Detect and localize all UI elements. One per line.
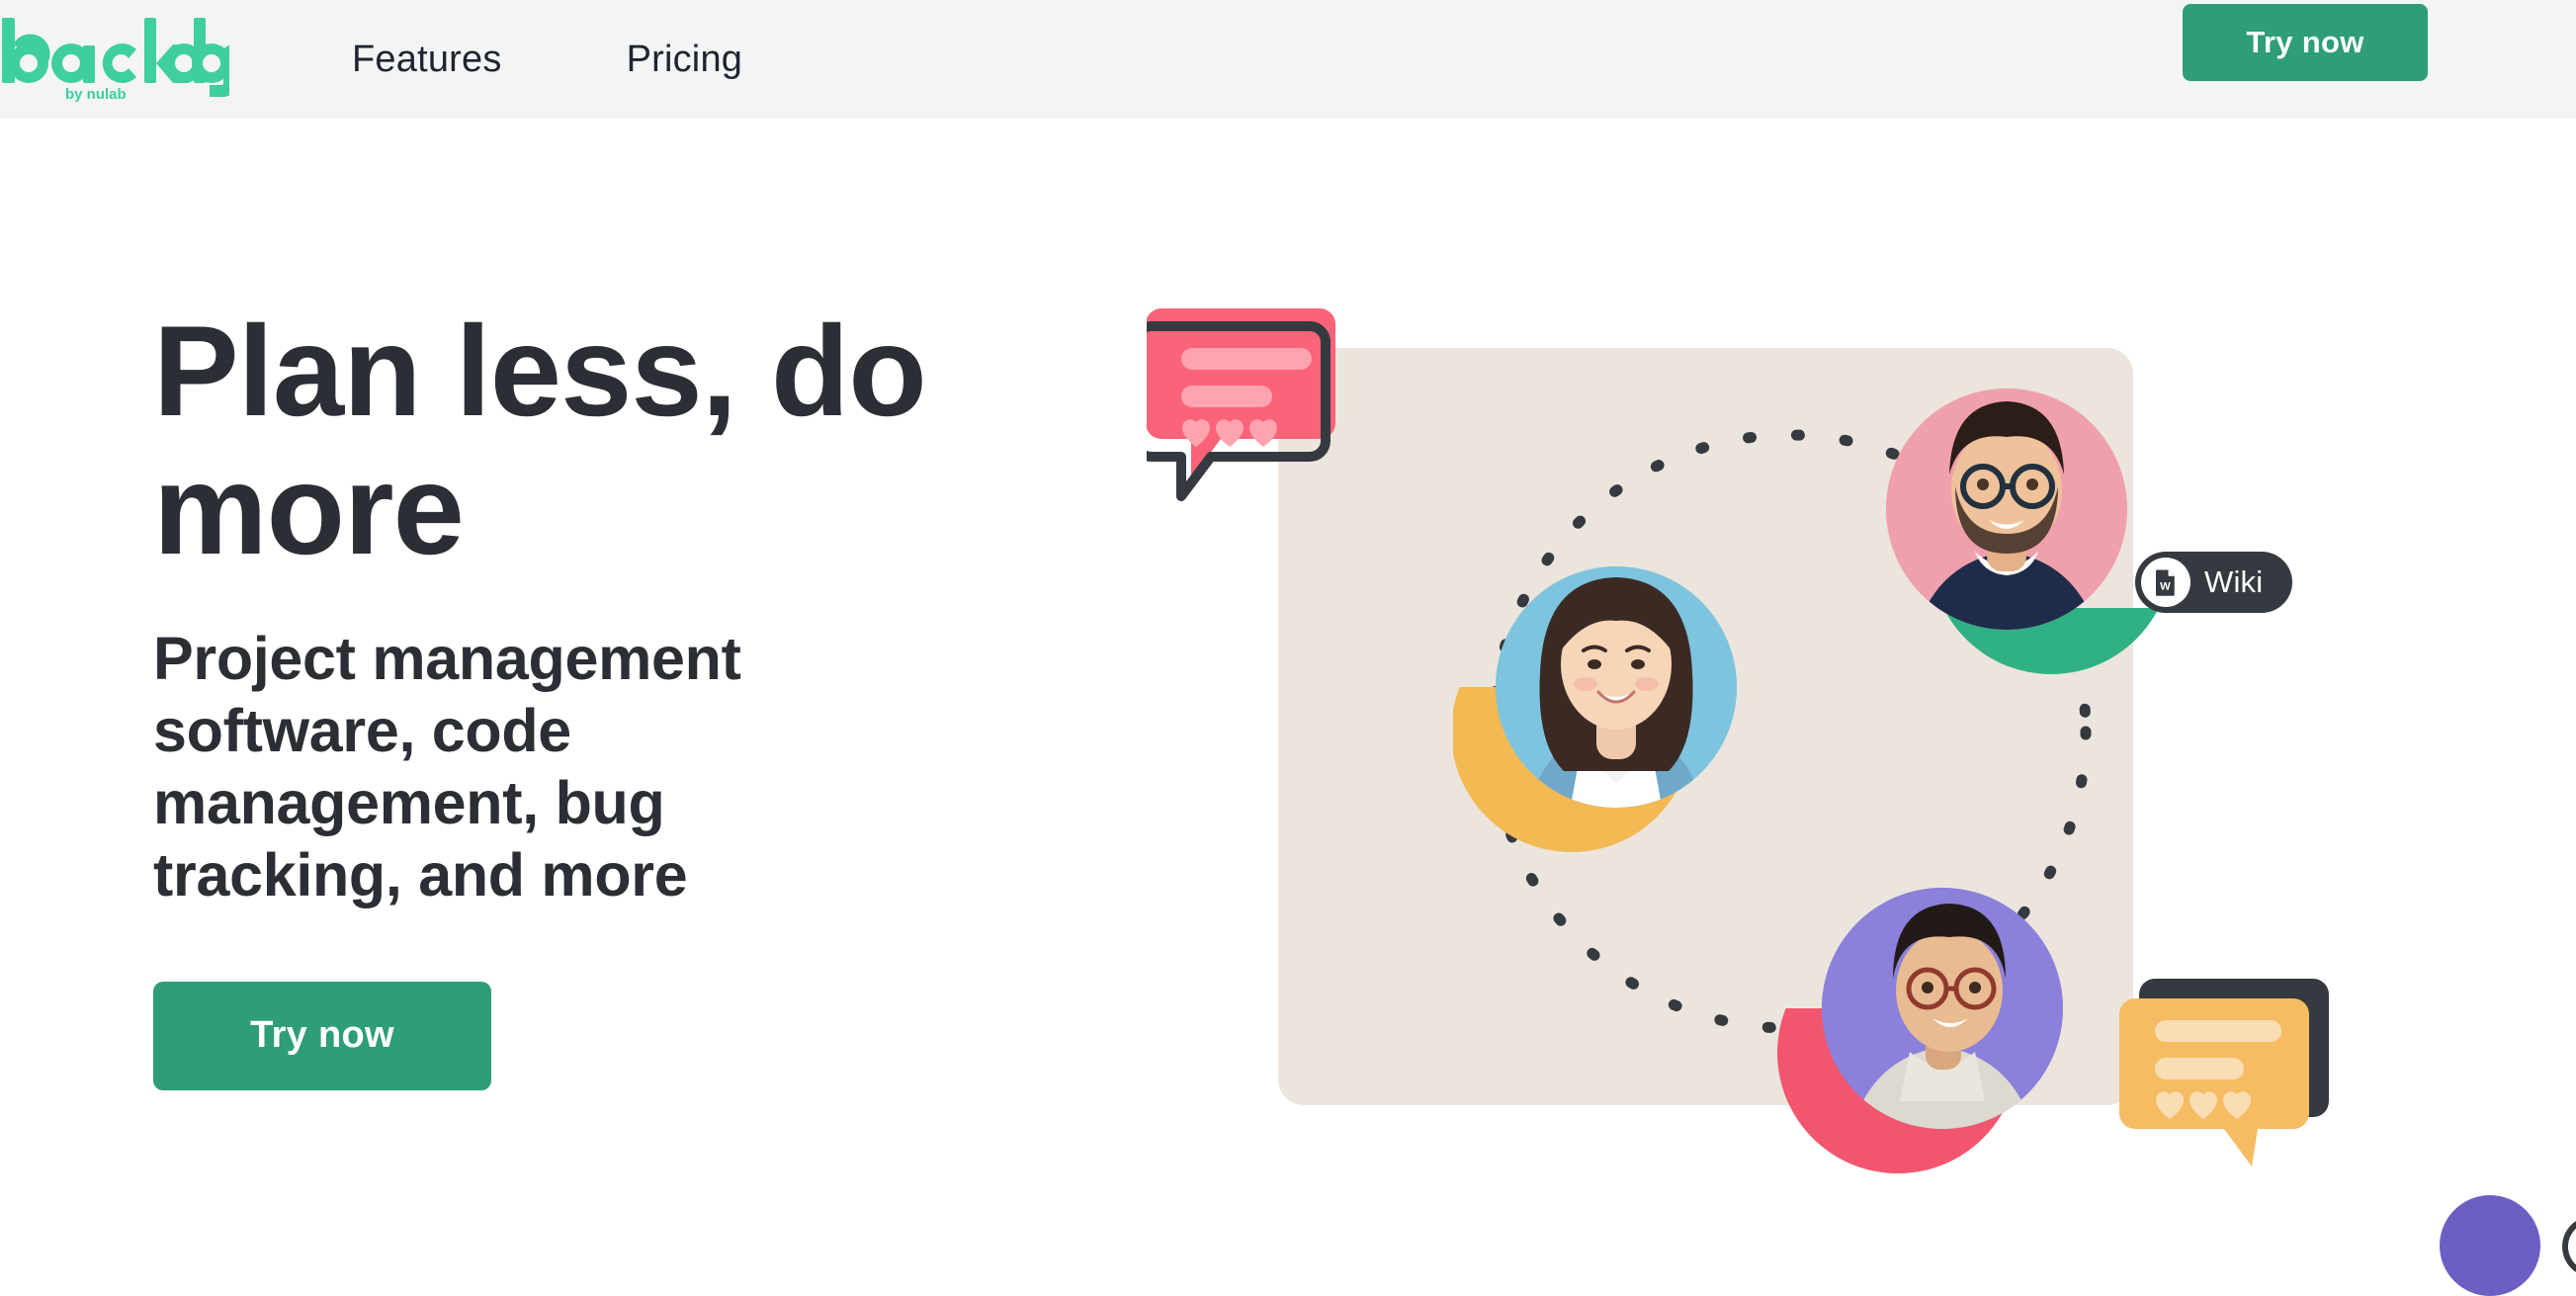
badge-wiki-label: Wiki	[2204, 564, 2263, 600]
page-title: Plan less, do more	[153, 302, 1023, 579]
badge-issues[interactable]: Issues	[2562, 1216, 2576, 1277]
hero-try-now-button[interactable]: Try now	[153, 982, 491, 1090]
pink-bubble-line-2	[1181, 386, 1272, 407]
main-nav: Features Pricing	[352, 0, 867, 119]
yellow-chat-bubble	[2119, 979, 2329, 1166]
backlog-logo[interactable]: by nulab	[0, 10, 229, 105]
yellow-bubble-hearts	[2156, 1091, 2251, 1119]
nav-item-pricing[interactable]: Pricing	[627, 39, 743, 81]
yellow-bubble-line-2	[2155, 1058, 2244, 1080]
header-try-now-button[interactable]: Try now	[2183, 4, 2428, 81]
yellow-bubble-line-1	[2155, 1020, 2281, 1042]
logo-mark: by nulab	[0, 10, 229, 105]
nav-item-features[interactable]: Features	[352, 39, 502, 81]
site-header: by nulab Features Pricing Try now	[0, 0, 2576, 119]
issues-list-icon	[2568, 1222, 2576, 1271]
logo-tagline: by nulab	[65, 86, 127, 103]
pink-bubble-line-1	[1181, 348, 1312, 370]
chat-support-widget[interactable]	[2440, 1195, 2540, 1296]
svg-text:W: W	[2160, 581, 2171, 593]
pink-bubble-hearts	[1182, 419, 1277, 447]
hero-copy: Plan less, do more Project management so…	[153, 302, 1023, 1090]
badge-wiki[interactable]: W Wiki	[2135, 552, 2292, 613]
illustration-canvas	[1147, 297, 2422, 1186]
hero-subtitle: Project management software, code manage…	[153, 623, 895, 912]
wiki-document-icon: W	[2141, 558, 2190, 607]
hero-illustration: W Wiki Files	[1147, 297, 2422, 1186]
